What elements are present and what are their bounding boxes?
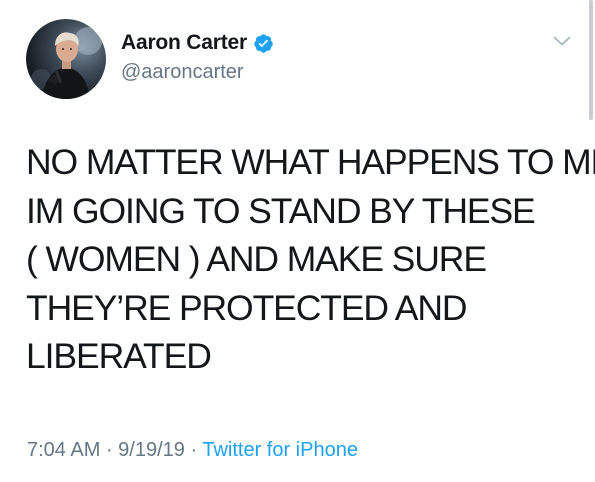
verified-badge-icon (254, 33, 273, 53)
scrollbar[interactable] (589, 0, 593, 120)
tweet-date[interactable]: 9/19/19 (118, 439, 185, 461)
tweet-card: Aaron Carter @aaroncarter NO MATTER WHAT… (0, 0, 595, 482)
chevron-down-icon[interactable] (553, 35, 571, 47)
user-handle[interactable]: @aaroncarter (121, 61, 244, 84)
tweet-line: THEY’RE PROTECTED AND (26, 287, 468, 328)
tweet-metadata: 7:04 AM · 9/19/19 · Twitter for iPhone (27, 439, 358, 462)
tweet-line: LIBERATED (26, 336, 212, 376)
name-row[interactable]: Aaron Carter (121, 30, 274, 56)
tweet-source-link[interactable]: Twitter for iPhone (202, 439, 358, 461)
tweet-line: NO MATTER WHAT HAPPENS TO ME (26, 142, 595, 182)
meta-separator: · (184, 439, 203, 461)
avatar[interactable] (26, 19, 106, 99)
tweet-time[interactable]: 7:04 AM (27, 439, 100, 461)
tweet-text: NO MATTER WHAT HAPPENS TO ME IM GOING TO… (26, 138, 595, 381)
display-name[interactable]: Aaron Carter (121, 31, 247, 55)
meta-separator: · (100, 439, 119, 461)
tweet-line: IM GOING TO STAND BY THESE (26, 190, 536, 231)
tweet-line: ( WOMEN ) AND MAKE SURE (26, 239, 487, 279)
avatar-photo (31, 27, 102, 99)
